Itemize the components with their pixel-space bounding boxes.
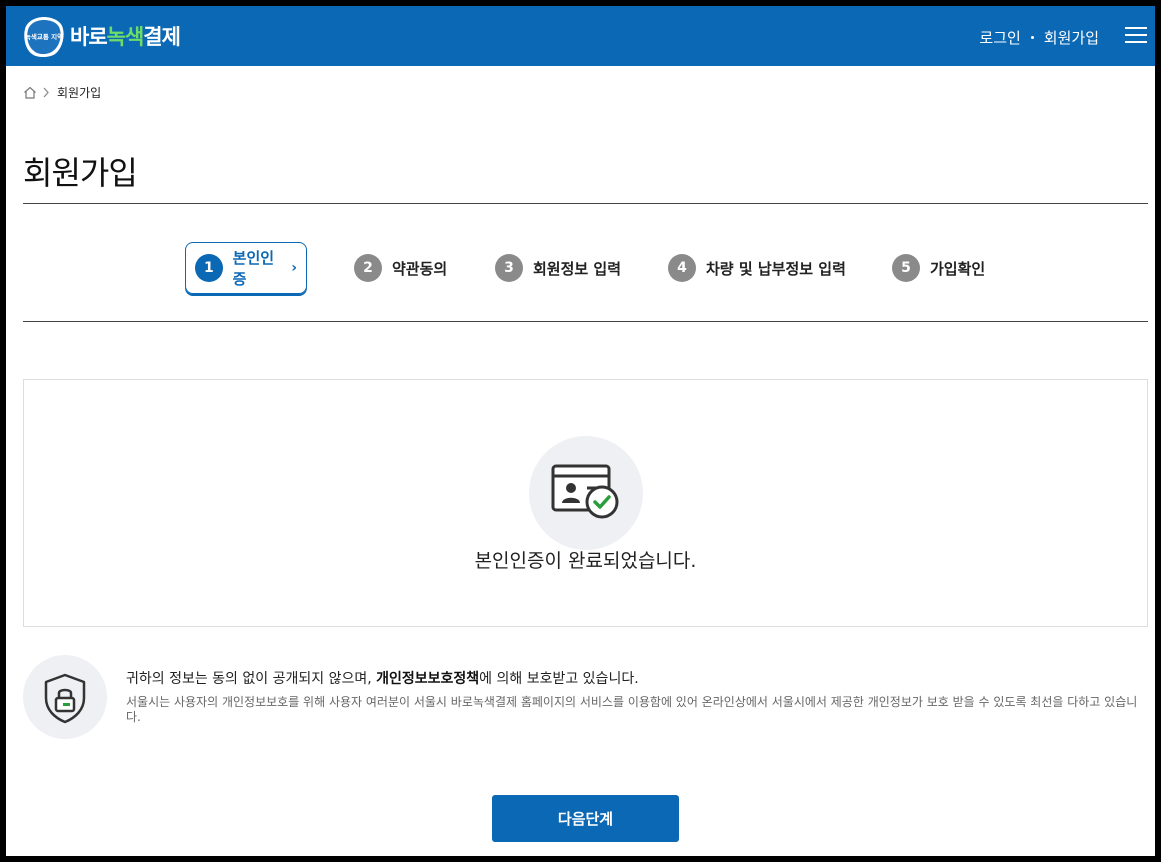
privacy-text-before: 귀하의 정보는 동의 없이 공개되지 않으며, (126, 671, 377, 687)
step-vehicle-payment-info[interactable]: 4 차량 및 납부정보 입력 (668, 242, 846, 294)
steps-divider (23, 321, 1148, 322)
privacy-policy-link[interactable]: 개인정보보호정책 (376, 671, 479, 687)
step-label: 본인인증 (232, 249, 275, 288)
seoul-logo-icon[interactable]: 녹색교통 지역 (22, 15, 66, 59)
next-step-button[interactable]: 다음단계 (492, 795, 679, 842)
step-number: 5 (892, 254, 920, 282)
privacy-notice-detail: 서울시는 사용자의 개인정보보호를 위해 사용자 여러분이 서울시 바로녹색결제… (126, 695, 1138, 724)
step-terms-agreement[interactable]: 2 약관동의 (354, 242, 447, 294)
brand-part-3: 결제 (143, 25, 181, 49)
step-label: 회원정보 입력 (533, 259, 622, 278)
step-number: 4 (668, 254, 696, 282)
hamburger-menu-icon[interactable] (1125, 27, 1147, 45)
verification-complete-message: 본인인증이 완료되었습니다. (474, 550, 697, 572)
title-divider (23, 203, 1148, 204)
id-card-check-icon (551, 464, 619, 519)
page-title: 회원가입 (23, 154, 138, 192)
step-member-info[interactable]: 3 회원정보 입력 (495, 242, 621, 294)
brand-part-2: 녹색 (106, 25, 145, 49)
signup-steps: 1 본인인증 › 2 약관동의 3 회원정보 입력 4 차량 및 납부정보 입력… (6, 242, 1155, 294)
step-number: 1 (195, 254, 223, 282)
step-identity-verification[interactable]: 1 본인인증 › (185, 242, 307, 294)
step-label: 약관동의 (392, 259, 448, 278)
brand-part-1: 바로 (70, 25, 108, 49)
logo-badge-text: 녹색교통 지역 (25, 32, 63, 41)
shield-lock-icon (44, 673, 86, 724)
separator-dot (1030, 36, 1034, 39)
top-header: 녹색교통 지역 바로녹색결제 로그인 회원가입 (6, 6, 1155, 66)
privacy-notice-main: 귀하의 정보는 동의 없이 공개되지 않으며, 개인정보보호정책에 의해 보호받… (126, 668, 639, 688)
login-link[interactable]: 로그인 (979, 27, 1020, 48)
verification-panel: 본인인증이 완료되었습니다. (23, 379, 1148, 627)
breadcrumb-chevron-icon (43, 87, 49, 98)
breadcrumb-current[interactable]: 회원가입 (57, 84, 101, 101)
breadcrumb: 회원가입 (23, 84, 101, 101)
verification-icon-circle (529, 436, 643, 550)
privacy-icon-circle (23, 655, 107, 739)
step-label: 차량 및 납부정보 입력 (706, 259, 846, 278)
home-icon[interactable] (23, 86, 37, 99)
step-label: 가입확인 (930, 259, 986, 278)
privacy-text-after: 에 의해 보호받고 있습니다. (479, 671, 639, 687)
brand-logo-text[interactable]: 바로녹색결제 (70, 21, 181, 51)
chevron-right-icon: › (291, 260, 297, 276)
header-links: 로그인 회원가입 (979, 27, 1099, 48)
step-signup-confirm[interactable]: 5 가입확인 (892, 242, 985, 294)
step-number: 2 (354, 254, 382, 282)
page-frame: 녹색교통 지역 바로녹색결제 로그인 회원가입 회원가입 회원가입 1 본인인증… (6, 6, 1155, 856)
step-number: 3 (495, 254, 523, 282)
signup-link[interactable]: 회원가입 (1044, 27, 1099, 48)
